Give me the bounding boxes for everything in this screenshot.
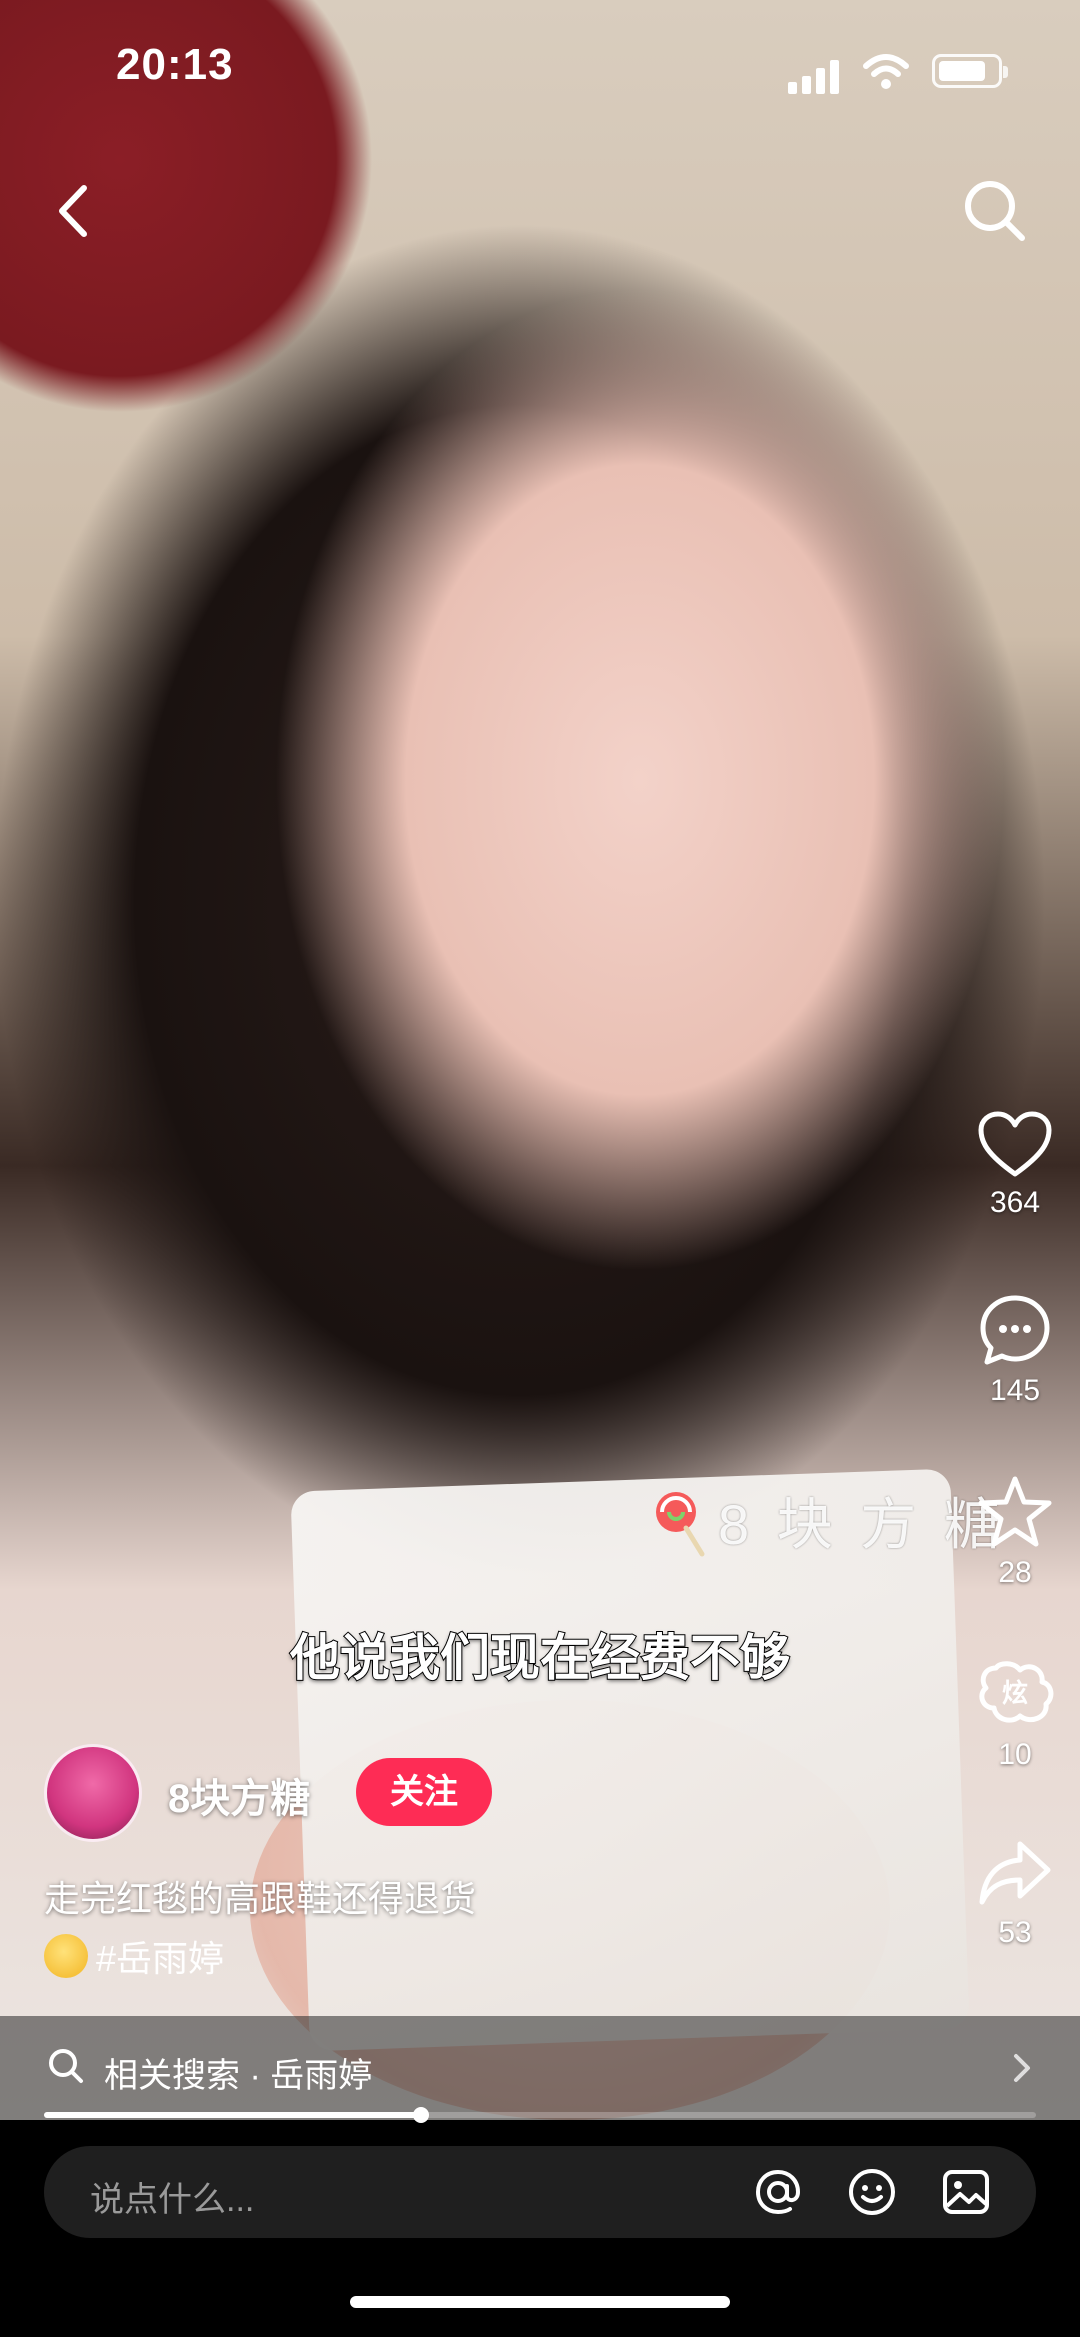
author-avatar[interactable]: [44, 1744, 142, 1842]
comment-placeholder: 说点什么...: [90, 2181, 255, 2219]
related-search-label: 相关搜索 · 岳雨婷: [104, 2057, 373, 2095]
related-search-bar[interactable]: 相关搜索 · 岳雨婷: [0, 2016, 1080, 2120]
search-icon[interactable]: [960, 176, 1030, 246]
comment-input[interactable]: 说点什么...: [44, 2146, 1036, 2238]
favorite-count: 28: [998, 1556, 1032, 1589]
dazzle-button[interactable]: 炫 10: [950, 1656, 1080, 1772]
dazzle-count: 10: [998, 1738, 1032, 1771]
comment-icon: [980, 1295, 1050, 1365]
comment-count: 145: [989, 1374, 1041, 1407]
back-icon[interactable]: [44, 176, 104, 246]
status-bar: 20:13: [0, 0, 1080, 140]
author-name[interactable]: 8块方糖: [168, 1766, 310, 1824]
emoji-icon[interactable]: [844, 2164, 900, 2220]
share-button[interactable]: 53: [950, 1838, 1080, 1950]
follow-button[interactable]: 关注: [356, 1758, 492, 1826]
favorite-button[interactable]: 28: [950, 1474, 1080, 1590]
post-caption[interactable]: 走完红毯的高跟鞋还得退货: [44, 1870, 476, 1922]
share-count: 53: [998, 1916, 1032, 1949]
wifi-icon: [863, 54, 909, 89]
heart-icon: [978, 1111, 1052, 1177]
mention-icon[interactable]: [750, 2164, 806, 2220]
chevron-right-icon: [1014, 2054, 1030, 2082]
comment-button[interactable]: 145: [950, 1292, 1080, 1408]
video-progress-fill: [44, 2112, 421, 2118]
related-search-icon: [49, 2049, 83, 2083]
hashtag-row: #岳雨婷: [44, 1930, 224, 1982]
home-indicator[interactable]: [350, 2296, 730, 2308]
hashtag-link[interactable]: #岳雨婷: [96, 1930, 224, 1982]
like-count: 364: [989, 1186, 1041, 1219]
like-button[interactable]: 364: [950, 1110, 1080, 1220]
svg-text:炫: 炫: [1002, 1678, 1028, 1709]
battery-icon: [932, 54, 1008, 88]
share-icon: [979, 1841, 1051, 1905]
video-progress-bar[interactable]: [44, 2107, 1036, 2123]
monocle-emoji-icon: [44, 1934, 88, 1978]
dazzle-icon: 炫: [979, 1661, 1054, 1723]
lollipop-icon: [656, 1492, 705, 1557]
image-icon[interactable]: [938, 2164, 994, 2220]
status-time: 20:13: [116, 40, 234, 89]
video-subtitle: 他说我们现在经费不够: [289, 1629, 791, 1687]
star-icon: [978, 1476, 1052, 1547]
cellular-signal-icon: [788, 58, 842, 94]
video-screen: 20:13 8 块 方 糖 他说我们现在经费不够 364 145 28 炫 10…: [0, 0, 1080, 2337]
video-progress-handle[interactable]: [412, 2107, 429, 2123]
